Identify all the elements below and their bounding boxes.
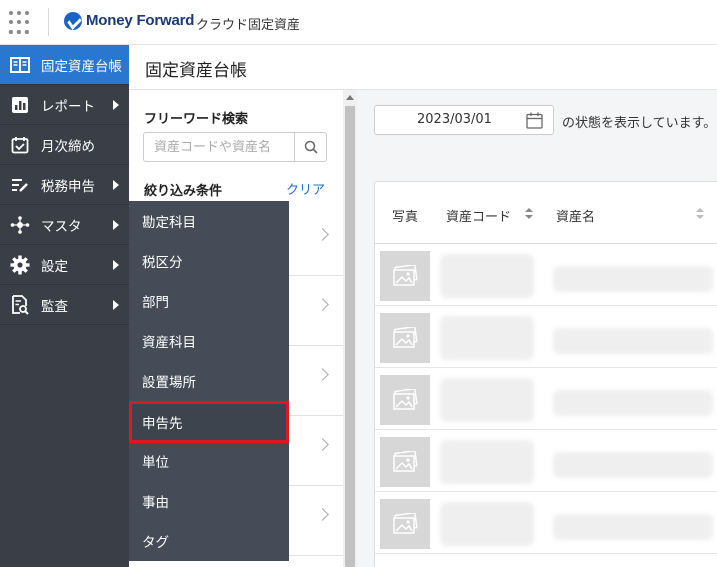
ledger-icon: [9, 54, 31, 76]
brand-name[interactable]: Money Forward: [86, 12, 194, 29]
sidebar-item-label: 設定: [41, 258, 68, 275]
submenu-item-asset-category[interactable]: 資産科目: [129, 321, 289, 361]
master-icon: [9, 214, 31, 236]
sidebar-item-report[interactable]: レポート: [0, 85, 129, 125]
report-icon: [9, 94, 31, 116]
sidebar-item-ledger[interactable]: 固定資産台帳: [0, 45, 129, 85]
submenu-item-filing-destination[interactable]: 申告先: [129, 401, 289, 443]
gear-icon: [9, 254, 31, 276]
asset-table: 写真 資産コード 資産名: [374, 181, 717, 567]
page-title: 固定資産台帳: [145, 61, 247, 81]
page-title-bar: 固定資産台帳: [129, 45, 717, 90]
blurred-asset-code: [440, 502, 534, 546]
sidebar-item-label: 監査: [41, 298, 68, 315]
column-header-asset-code[interactable]: 資産コード: [446, 206, 511, 225]
sidebar-item-label: 税務申告: [41, 178, 95, 195]
chevron-right-icon: [316, 298, 329, 311]
blurred-asset-code: [440, 316, 534, 360]
table-row[interactable]: [375, 306, 717, 368]
date-value: 2023/03/01: [417, 112, 492, 127]
calendar-icon[interactable]: [526, 112, 543, 129]
clear-filters-link[interactable]: クリア: [286, 179, 325, 198]
scrollbar-thumb[interactable]: [345, 106, 355, 567]
caret-right-icon: [113, 300, 119, 310]
sidebar-item-monthly-close[interactable]: 月次締め: [0, 125, 129, 165]
app-launcher-icon[interactable]: [9, 11, 33, 35]
chevron-right-icon: [316, 228, 329, 241]
caret-right-icon: [113, 220, 119, 230]
sidebar-item-master[interactable]: マスタ: [0, 205, 129, 245]
blurred-asset-name: [553, 514, 713, 540]
column-header-photo: 写真: [392, 210, 419, 225]
image-placeholder-icon: [380, 437, 430, 487]
column-header-asset-name[interactable]: 資産名: [556, 206, 595, 225]
header-divider: [48, 8, 49, 36]
date-picker[interactable]: 2023/03/01: [374, 105, 554, 135]
blurred-asset-name: [553, 328, 713, 354]
top-bar: Money Forward クラウド固定資産: [0, 0, 717, 45]
search-box: [143, 132, 327, 162]
sidebar-item-label: レポート: [41, 98, 95, 115]
image-placeholder-icon: [380, 313, 430, 363]
blurred-asset-name: [553, 390, 713, 416]
main-content: 2023/03/01 の状態を表示しています。 写真 資産コード 資産名: [357, 90, 717, 567]
submenu-item-tax-category[interactable]: 税区分: [129, 241, 289, 281]
submenu-item-reason[interactable]: 事由: [129, 481, 289, 521]
image-placeholder-icon: [380, 251, 430, 301]
tax-filing-icon: [9, 174, 31, 196]
blurred-asset-code: [440, 440, 534, 484]
blurred-asset-name: [553, 452, 713, 478]
sidebar-item-tax-filing[interactable]: 税務申告: [0, 165, 129, 205]
filter-scrollbar[interactable]: [343, 90, 357, 567]
sort-icon[interactable]: [696, 208, 704, 220]
product-name: クラウド固定資産: [196, 18, 301, 33]
caret-right-icon: [113, 260, 119, 270]
chevron-right-icon: [316, 438, 329, 451]
sidebar-item-label: 月次締め: [41, 138, 95, 155]
monthly-close-icon: [9, 134, 31, 156]
image-placeholder-icon: [380, 375, 430, 425]
freeword-search-title: フリーワード検索: [144, 112, 249, 127]
submenu-item-unit[interactable]: 単位: [129, 441, 289, 481]
sidebar-item-audit[interactable]: 監査: [0, 285, 129, 325]
audit-icon: [9, 294, 31, 316]
blurred-asset-code: [440, 378, 534, 422]
search-icon: [304, 140, 318, 154]
submenu-item-account-title[interactable]: 勘定科目: [129, 201, 289, 241]
scroll-up-arrow-icon[interactable]: [346, 95, 354, 100]
table-row[interactable]: [375, 492, 717, 554]
caret-right-icon: [113, 180, 119, 190]
master-submenu: 勘定科目 税区分 部門 資産科目 設置場所 申告先 単位 事由 タグ: [129, 201, 289, 561]
money-forward-logo-icon: [64, 12, 82, 30]
submenu-item-department[interactable]: 部門: [129, 281, 289, 321]
search-input[interactable]: [144, 133, 294, 161]
image-placeholder-icon: [380, 499, 430, 549]
search-button[interactable]: [294, 133, 326, 161]
blurred-asset-code: [440, 254, 534, 298]
table-row[interactable]: [375, 368, 717, 430]
chevron-right-icon: [316, 508, 329, 521]
blurred-asset-name: [553, 266, 713, 292]
narrow-conditions-title: 絞り込み条件: [144, 184, 223, 199]
caret-right-icon: [113, 100, 119, 110]
table-row[interactable]: [375, 244, 717, 306]
sidebar-item-label: 固定資産台帳: [41, 58, 122, 75]
display-status-text: の状態を表示しています。: [562, 116, 717, 131]
submenu-item-location[interactable]: 設置場所: [129, 361, 289, 401]
submenu-item-tag[interactable]: タグ: [129, 521, 289, 561]
table-row[interactable]: [375, 430, 717, 492]
chevron-right-icon: [316, 368, 329, 381]
sidebar-item-label: マスタ: [41, 218, 82, 235]
sidebar-item-settings[interactable]: 設定: [0, 245, 129, 285]
sort-icon[interactable]: [525, 208, 533, 220]
sidebar: 固定資産台帳 レポート 月次締め 税務申告 マスタ 設定 監査: [0, 45, 129, 567]
